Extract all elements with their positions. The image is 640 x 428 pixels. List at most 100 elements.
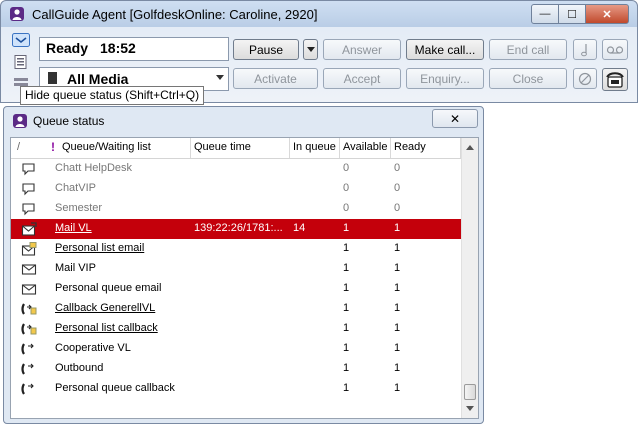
available-count: 1: [343, 322, 350, 334]
phone-icon: [21, 362, 37, 376]
queue-name: Personal queue callback: [55, 382, 175, 394]
scrollbar-thumb[interactable]: [464, 384, 476, 400]
table-row[interactable]: Personal list email 1 1: [11, 239, 461, 259]
queue-name: Outbound: [55, 362, 104, 374]
ready-count: 1: [394, 382, 401, 394]
scroll-up-icon[interactable]: [466, 145, 474, 150]
status-timer: 18:52: [100, 40, 136, 56]
available-count: 1: [343, 262, 350, 274]
in-queue-column-header[interactable]: In queue: [293, 141, 336, 153]
title-bar[interactable]: CallGuide Agent [GolfdeskOnline: Carolin…: [1, 1, 637, 27]
queue-name: Semester: [55, 202, 103, 214]
music-note-button[interactable]: [573, 39, 597, 60]
table-row[interactable]: Semester 0 0: [11, 199, 461, 219]
chat-icon: [21, 162, 37, 176]
voicemail-button[interactable]: [602, 39, 628, 60]
available-count: 0: [343, 182, 350, 194]
available-count: 0: [343, 202, 350, 214]
queue-name: Callback GenerellVL: [55, 302, 156, 314]
table-row[interactable]: Cooperative VL 1 1: [11, 339, 461, 359]
table-row[interactable]: Mail VL 139:22:26/1781:... 14 1 1: [11, 219, 461, 239]
queue-name: Personal list email: [55, 242, 145, 254]
ready-count: 0: [394, 162, 401, 174]
ready-count: 1: [394, 282, 401, 294]
chevron-down-icon: [306, 47, 315, 52]
queue-status-title: Queue status: [33, 114, 105, 128]
agent-app-icon: [10, 7, 24, 21]
email-pending-icon: [21, 222, 37, 236]
queue-name: Cooperative VL: [55, 342, 131, 354]
enquiry-button[interactable]: Enquiry...: [406, 68, 484, 89]
scroll-down-icon[interactable]: [466, 406, 474, 411]
chevron-down-icon: [216, 75, 224, 80]
queue-name: Chatt HelpDesk: [55, 162, 133, 174]
ready-count: 1: [394, 322, 401, 334]
accept-button[interactable]: Accept: [323, 68, 401, 89]
activate-button[interactable]: Activate: [233, 68, 318, 89]
phone-icon: [21, 382, 37, 396]
queue-table: / ! Queue/Waiting list Queue time In que…: [10, 137, 479, 419]
phone-icon: [606, 71, 624, 88]
maximize-button[interactable]: ☐: [558, 4, 586, 24]
no-call-icon: [578, 72, 592, 85]
queue-time-column-header[interactable]: Queue time: [194, 141, 251, 153]
queue-status-close-button[interactable]: ✕: [432, 109, 478, 128]
no-call-button[interactable]: [573, 68, 597, 89]
queue-time: 139:22:26/1781:...: [194, 222, 283, 234]
queue-status-window: Queue status ✕ / ! Queue/Waiting list Qu…: [3, 106, 484, 424]
agent-app-icon: [13, 114, 27, 128]
make-call-button[interactable]: Make call...: [406, 39, 484, 60]
available-count: 1: [343, 362, 350, 374]
close-button[interactable]: Close: [489, 68, 567, 89]
email-icon: [21, 262, 37, 276]
queue-column-header[interactable]: Queue/Waiting list: [62, 141, 151, 153]
available-column-header[interactable]: Available: [343, 141, 387, 153]
email-icon: [21, 282, 37, 296]
table-row[interactable]: Callback GenerellVL 1 1: [11, 299, 461, 319]
ready-count: 1: [394, 342, 401, 354]
queue-name: Personal queue email: [55, 282, 162, 294]
ready-column-header[interactable]: Ready: [394, 141, 426, 153]
agent-status-display: Ready 18:52: [39, 37, 229, 61]
vertical-scrollbar[interactable]: [461, 138, 478, 418]
table-row[interactable]: Chatt HelpDesk 0 0: [11, 159, 461, 179]
end-call-button[interactable]: End call: [489, 39, 567, 60]
pause-options-button[interactable]: [303, 39, 318, 60]
phone-button[interactable]: [602, 68, 628, 91]
queue-name: Mail VIP: [55, 262, 96, 274]
table-row[interactable]: Outbound 1 1: [11, 359, 461, 379]
queue-status-toggle-icon[interactable]: [12, 33, 30, 47]
pause-button[interactable]: Pause: [233, 39, 299, 60]
priority-icon: !: [51, 140, 55, 154]
available-count: 1: [343, 302, 350, 314]
queue-status-tooltip: Hide queue status (Shift+Ctrl+Q): [20, 86, 205, 105]
minimize-button[interactable]: —: [531, 4, 559, 24]
table-row[interactable]: Personal list callback 1 1: [11, 319, 461, 339]
ready-count: 1: [394, 262, 401, 274]
ready-count: 0: [394, 202, 401, 214]
close-window-button[interactable]: ✕: [585, 4, 629, 24]
table-row[interactable]: ChatVIP 0 0: [11, 179, 461, 199]
music-note-icon: [581, 43, 587, 56]
available-count: 1: [343, 342, 350, 354]
table-row[interactable]: Personal queue callback 1 1: [11, 379, 461, 399]
table-row[interactable]: Mail VIP 1 1: [11, 259, 461, 279]
callback-list-icon: [21, 322, 37, 336]
column-divider[interactable]: [339, 138, 340, 158]
contact-list-toggle-icon[interactable]: [12, 55, 30, 69]
phone-icon: [21, 342, 37, 356]
voicemail-icon: [606, 45, 624, 54]
available-count: 1: [343, 242, 350, 254]
queue-name: Mail VL: [55, 222, 92, 234]
table-row[interactable]: Personal queue email 1 1: [11, 279, 461, 299]
column-divider[interactable]: [289, 138, 290, 158]
ready-count: 1: [394, 362, 401, 374]
in-queue-count: 14: [293, 222, 306, 234]
sort-column-header[interactable]: /: [17, 141, 20, 153]
available-count: 0: [343, 162, 350, 174]
column-divider[interactable]: [390, 138, 391, 158]
ready-count: 1: [394, 222, 401, 234]
window-title: CallGuide Agent [GolfdeskOnline: Carolin…: [32, 7, 318, 22]
column-divider[interactable]: [190, 138, 191, 158]
answer-button[interactable]: Answer: [323, 39, 401, 60]
